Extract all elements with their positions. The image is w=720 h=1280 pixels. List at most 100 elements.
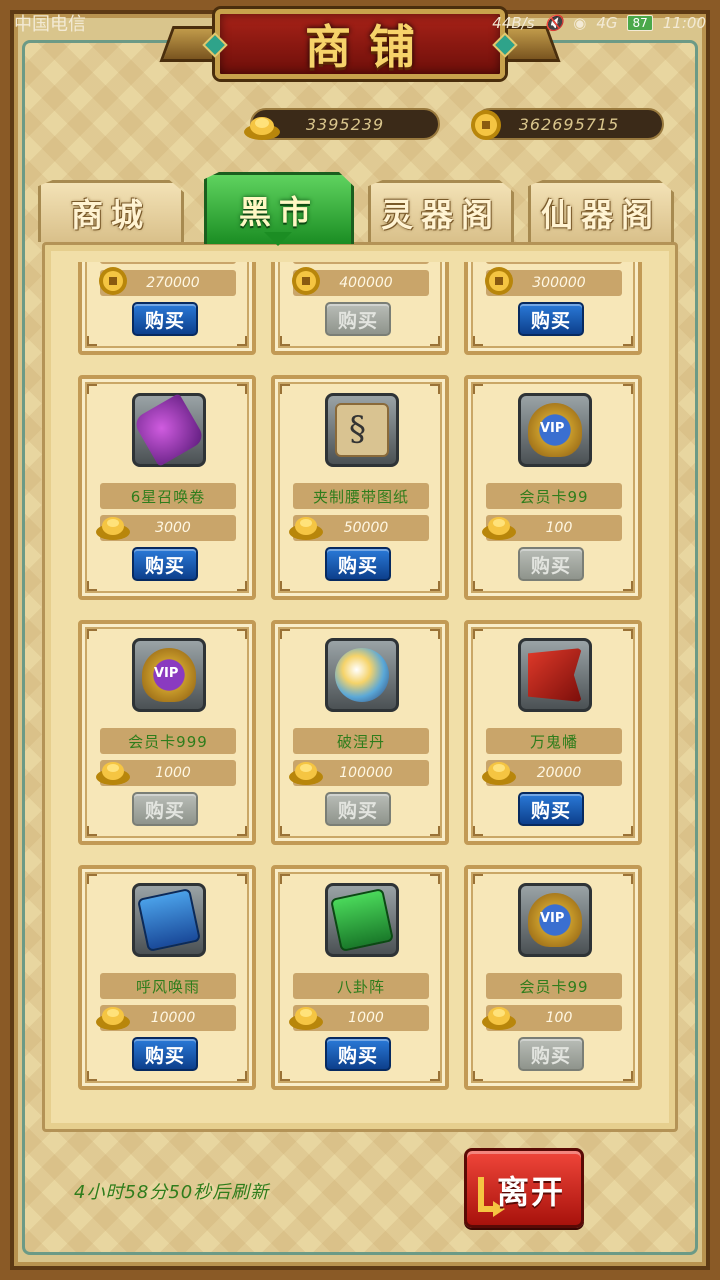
- item-list-scroll[interactable]: 完美黄金石270000购买护体石400000购买6星召唤卷300000购买6星召…: [58, 262, 662, 1110]
- shop-item-card: 呼风唤雨 10000 购买: [78, 865, 256, 1090]
- item-price: 20000: [482, 760, 622, 786]
- item-price: 270000: [99, 267, 236, 296]
- gold-ingot-icon: [289, 762, 323, 785]
- item-grid: 完美黄金石270000购买护体石400000购买6星召唤卷300000购买6星召…: [78, 262, 642, 1090]
- gold-ingot-icon: [96, 1007, 130, 1030]
- item-price: 100000: [289, 760, 429, 786]
- buy-button[interactable]: 购买: [325, 792, 391, 826]
- gold-ingot-icon: [244, 117, 280, 140]
- buy-button[interactable]: 购买: [325, 547, 391, 581]
- item-name: 夹制腰带图纸: [293, 483, 429, 509]
- card-corner: [623, 384, 633, 394]
- gold-ingot-icon: [289, 1007, 323, 1030]
- card-corner: [237, 1071, 247, 1081]
- tab-mall[interactable]: 商城: [38, 180, 184, 242]
- card-corner: [473, 826, 483, 836]
- coin-icon: [99, 267, 127, 295]
- card-corner: [473, 629, 483, 639]
- shop-item-card: 会员卡99 100 购买: [464, 375, 642, 600]
- active-tab-pointer: [264, 232, 292, 246]
- card-corner: [87, 874, 97, 884]
- gold-ingot-balance: 3395239: [244, 108, 440, 140]
- item-price-value: 270000: [146, 275, 200, 291]
- item-name: 万鬼幡: [486, 728, 622, 754]
- gold-ingot-icon: [482, 762, 516, 785]
- card-corner: [237, 874, 247, 884]
- shop-item-card: 6星召唤卷300000购买: [464, 262, 642, 355]
- card-corner: [280, 826, 290, 836]
- buy-button[interactable]: 购买: [518, 792, 584, 826]
- item-icon: [528, 893, 582, 947]
- item-price-value: 1000: [155, 765, 191, 781]
- buy-button[interactable]: 购买: [132, 1037, 198, 1071]
- item-icon: [142, 648, 196, 702]
- leave-button[interactable]: 离开: [464, 1148, 584, 1228]
- carrier-label: 中国电信: [14, 14, 86, 35]
- item-price-value: 20000: [536, 765, 582, 781]
- coin-amount: 362695715: [518, 114, 620, 134]
- card-corner: [237, 826, 247, 836]
- buy-button[interactable]: 购买: [518, 1037, 584, 1071]
- buy-button[interactable]: 购买: [325, 302, 391, 336]
- item-icon-frame[interactable]: [132, 638, 206, 712]
- card-corner: [430, 874, 440, 884]
- card-corner: [473, 384, 483, 394]
- item-icon: [335, 648, 389, 702]
- status-bar: 中国电信 44B/s 🔇 ◉ 4G 87 11:00: [0, 0, 720, 46]
- item-price: 50000: [289, 515, 429, 541]
- item-icon: [528, 648, 582, 702]
- item-icon-frame[interactable]: [132, 883, 206, 957]
- card-corner: [87, 826, 97, 836]
- coin-icon: [471, 110, 501, 140]
- item-icon-frame[interactable]: [132, 393, 206, 467]
- shop-item-card: 6星召唤卷 3000 购买: [78, 375, 256, 600]
- item-icon-frame[interactable]: [518, 638, 592, 712]
- card-corner: [623, 336, 633, 346]
- item-icon-frame[interactable]: [518, 393, 592, 467]
- item-price: 300000: [485, 267, 622, 296]
- card-corner: [87, 1071, 97, 1081]
- item-icon: [528, 403, 582, 457]
- card-corner: [430, 1071, 440, 1081]
- buy-button[interactable]: 购买: [132, 547, 198, 581]
- item-icon-frame[interactable]: [518, 883, 592, 957]
- buy-button[interactable]: 购买: [132, 302, 198, 336]
- item-icon-frame[interactable]: [325, 393, 399, 467]
- card-corner: [280, 1071, 290, 1081]
- item-price: 3000: [96, 515, 236, 541]
- buy-button[interactable]: 购买: [518, 547, 584, 581]
- item-icon-frame[interactable]: [325, 883, 399, 957]
- item-icon-frame[interactable]: [325, 638, 399, 712]
- card-corner: [280, 581, 290, 591]
- tab-immortal-pavilion[interactable]: 仙器阁: [528, 180, 674, 242]
- card-corner: [623, 874, 633, 884]
- shop-item-card: 完美黄金石270000购买: [78, 262, 256, 355]
- card-corner: [473, 1071, 483, 1081]
- status-bar-right: 44B/s 🔇 ◉ 4G 87 11:00: [492, 14, 706, 32]
- item-price-value: 100000: [339, 765, 393, 781]
- card-corner: [87, 581, 97, 591]
- card-corner: [430, 336, 440, 346]
- item-name: 会员卡99: [486, 483, 622, 509]
- item-price-value: 100: [545, 520, 573, 536]
- buy-button[interactable]: 购买: [132, 792, 198, 826]
- card-corner: [623, 1071, 633, 1081]
- coin-icon: [292, 267, 320, 295]
- card-corner: [430, 826, 440, 836]
- item-price: 400000: [292, 267, 429, 296]
- buy-button[interactable]: 购买: [325, 1037, 391, 1071]
- item-name: 八卦阵: [293, 973, 429, 999]
- tab-spirit-pavilion[interactable]: 灵器阁: [368, 180, 514, 242]
- card-corner: [87, 336, 97, 346]
- card-corner: [623, 629, 633, 639]
- item-price: 100: [482, 1005, 622, 1031]
- coin-icon: [485, 267, 513, 295]
- buy-button[interactable]: 购买: [518, 302, 584, 336]
- shop-item-card: 会员卡99 100 购买: [464, 865, 642, 1090]
- card-corner: [280, 874, 290, 884]
- item-name: 会员卡99: [486, 973, 622, 999]
- card-corner: [280, 336, 290, 346]
- shop-item-card: 夹制腰带图纸 50000 购买: [271, 375, 449, 600]
- item-price-value: 1000: [348, 1010, 384, 1026]
- eye-icon: ◉: [573, 14, 587, 32]
